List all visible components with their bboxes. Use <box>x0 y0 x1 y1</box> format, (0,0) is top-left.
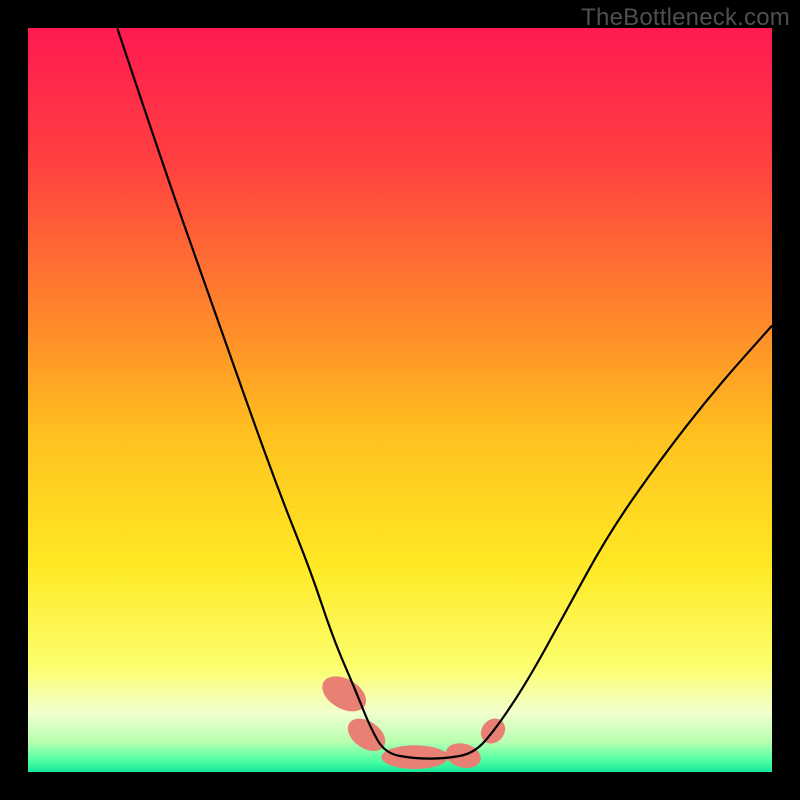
chart-frame: TheBottleneck.com <box>0 0 800 800</box>
plot-area <box>28 28 772 772</box>
gradient-background <box>28 28 772 772</box>
plot-svg <box>28 28 772 772</box>
